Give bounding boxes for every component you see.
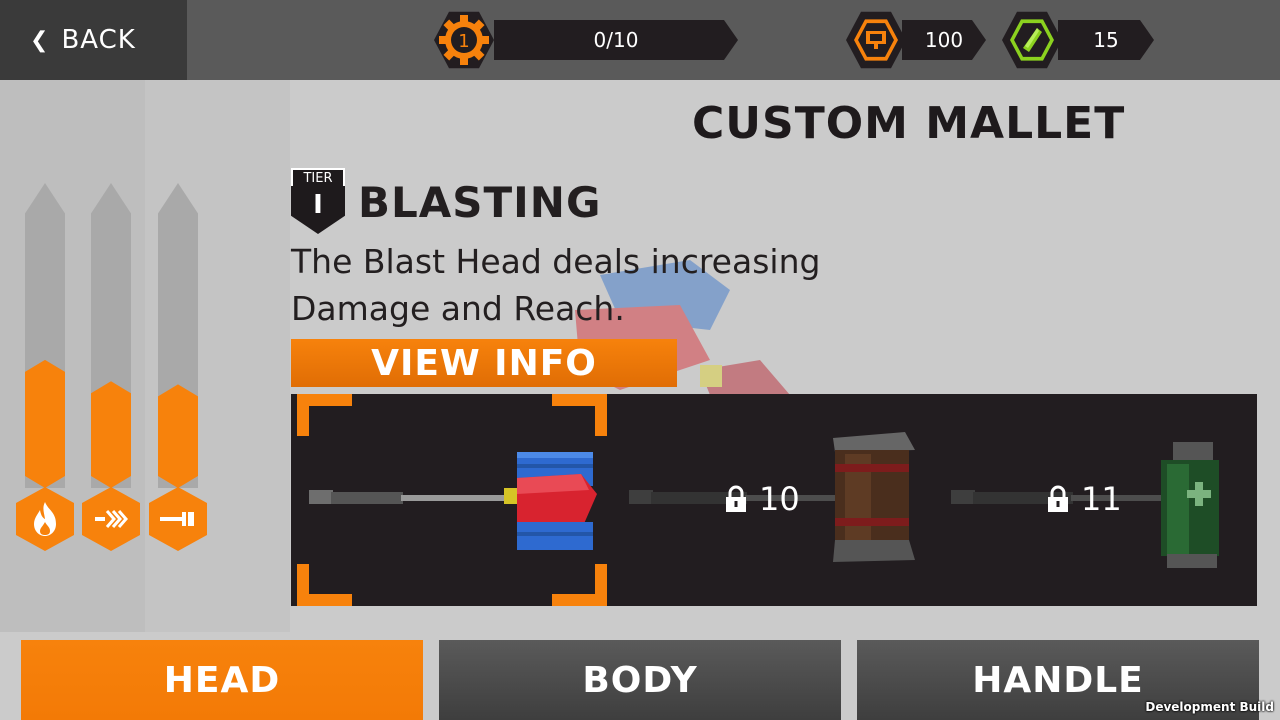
- stat-bar-reach: [158, 183, 198, 488]
- item-name: BLASTING: [358, 178, 602, 227]
- level-number: 1: [458, 31, 469, 52]
- currency-1-value: 100: [924, 28, 964, 52]
- stat-bar-fire-fill: [25, 360, 65, 488]
- progress-pill: 0/10: [494, 20, 738, 60]
- description-line-2: Damage and Reach.: [291, 289, 625, 328]
- lock-indicator: 11: [1047, 480, 1122, 518]
- gem-badge: [1002, 11, 1062, 69]
- stat-bar-fire: [25, 183, 65, 488]
- gear-icon: 1: [439, 15, 489, 65]
- currency-2-pill: 15: [1058, 20, 1154, 60]
- tab-body[interactable]: BODY: [439, 640, 841, 720]
- dev-build-label: Development Build: [1145, 700, 1274, 714]
- lock-indicator: 10: [725, 480, 800, 518]
- item-description: The Blast Head deals increasing Damage a…: [291, 238, 911, 332]
- tier-label: TIER: [291, 168, 345, 186]
- stat-bar-speed-fill: [91, 381, 131, 488]
- blast-head-mallet-image: [309, 452, 597, 550]
- tab-head[interactable]: HEAD: [21, 640, 423, 720]
- progress-text: 0/10: [593, 28, 639, 52]
- gear-level-badge: 1: [434, 11, 494, 69]
- currency-2-value: 15: [1093, 28, 1119, 52]
- stat-bar-speed: [91, 183, 131, 488]
- view-info-button[interactable]: VIEW INFO: [291, 339, 677, 387]
- tier-value: I: [291, 186, 345, 234]
- top-bar: ❮ BACK 1 0/10 100 15: [0, 0, 1280, 80]
- carousel-item-blast-head[interactable]: [291, 394, 613, 606]
- fire-icon: [34, 502, 56, 536]
- speed-icon: [95, 510, 128, 528]
- lock-icon: [726, 485, 746, 512]
- lock-level: 11: [1081, 480, 1122, 518]
- tier-badge: TIER I: [291, 168, 345, 234]
- carousel-item-medic-head[interactable]: 11: [935, 394, 1257, 606]
- head-carousel: 10 11: [291, 394, 1257, 606]
- page-title: CUSTOM MALLET: [692, 98, 1126, 149]
- back-button[interactable]: ❮ BACK: [0, 0, 187, 80]
- stat-bar-reach-fill: [158, 384, 198, 488]
- screen-currency-icon: [866, 31, 886, 49]
- lock-level: 10: [759, 480, 800, 518]
- lock-icon: [1048, 485, 1068, 512]
- crystal-icon: [1023, 28, 1042, 52]
- back-label: BACK: [61, 25, 136, 55]
- currency-1-pill: 100: [902, 20, 986, 60]
- coin-badge: [846, 11, 906, 69]
- reach-icon: [160, 512, 194, 526]
- chevron-left-icon: ❮: [30, 27, 50, 53]
- description-line-1: The Blast Head deals increasing: [291, 242, 821, 281]
- carousel-item-wooden-head[interactable]: 10: [613, 394, 935, 606]
